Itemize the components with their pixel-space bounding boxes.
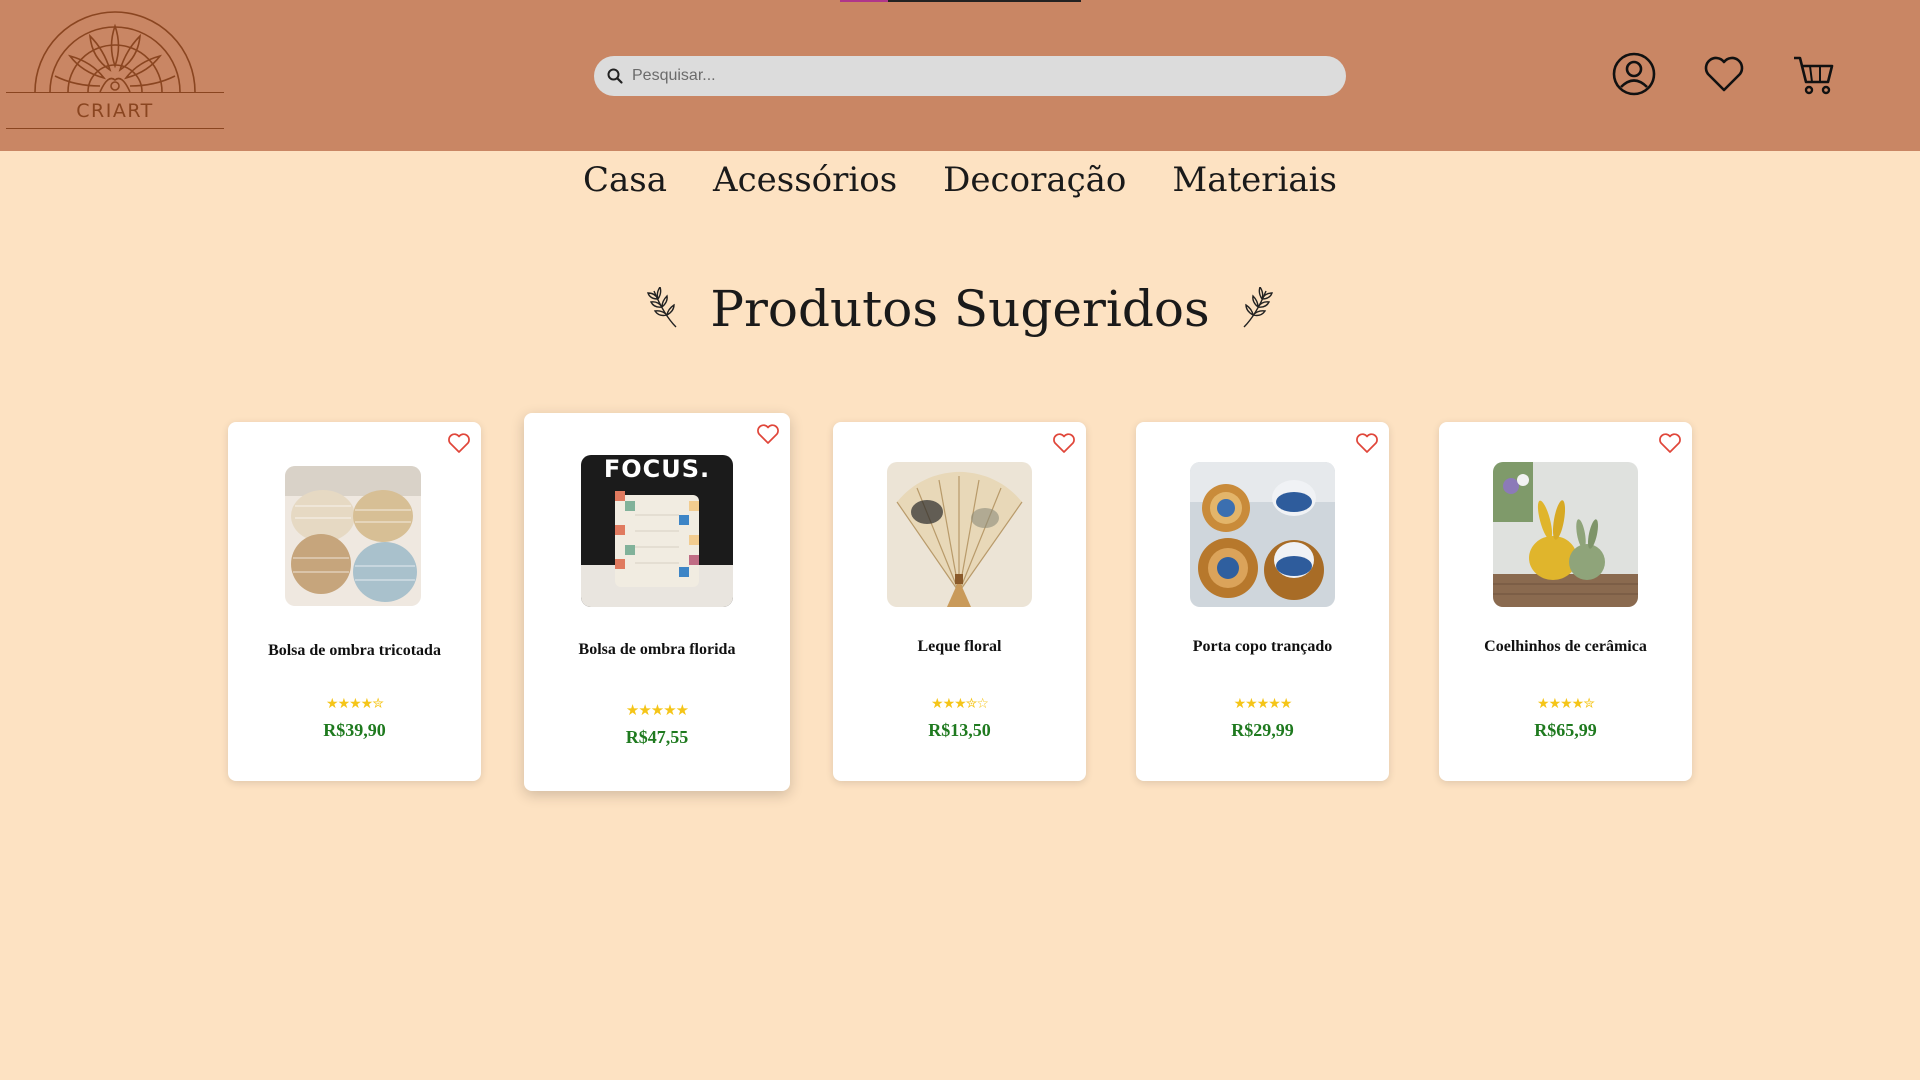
product-card[interactable]: FOCUS. Bolsa de ombra florida ★★★★★ R$47…: [524, 413, 790, 791]
heart-icon[interactable]: [1700, 50, 1748, 98]
top-underline: [888, 0, 1081, 2]
favorite-heart-icon[interactable]: [1052, 432, 1076, 454]
product-image[interactable]: [1493, 462, 1638, 607]
favorite-heart-icon[interactable]: [1355, 432, 1379, 454]
nav-item-materiais[interactable]: Materiais: [1172, 160, 1337, 200]
product-rating: ★★★★★: [1233, 696, 1293, 712]
product-name[interactable]: Porta copo trançado: [1136, 638, 1389, 656]
user-icon[interactable]: [1610, 50, 1658, 98]
mandala-logo-icon: [34, 11, 196, 92]
image-caption: FOCUS.: [603, 455, 711, 483]
product-price: R$47,55: [625, 727, 689, 747]
product-image[interactable]: [1190, 462, 1335, 607]
category-nav: Casa Acessórios Decoração Materiais: [0, 160, 1920, 200]
search-input[interactable]: [632, 56, 1332, 96]
nav-item-decoracao[interactable]: Decoração: [943, 160, 1126, 200]
site-header: CRIART: [0, 0, 1920, 151]
cart-icon[interactable]: [1790, 50, 1838, 98]
logo-divider-bottom: [6, 128, 224, 129]
product-image[interactable]: FOCUS.: [581, 455, 733, 607]
product-name[interactable]: Bolsa de ombra florida: [524, 641, 790, 659]
laurel-right-icon: [1243, 287, 1273, 328]
section-header: Produtos Sugeridos: [0, 280, 1920, 338]
favorite-heart-icon[interactable]: [447, 432, 471, 454]
search-icon[interactable]: [606, 67, 624, 85]
product-price: R$39,90: [323, 720, 386, 740]
product-image[interactable]: [887, 462, 1032, 607]
product-price: R$65,99: [1534, 720, 1597, 740]
search-bar[interactable]: [594, 56, 1346, 96]
nav-item-casa[interactable]: Casa: [583, 160, 667, 200]
product-card[interactable]: Leque floral ★★★✮☆ R$13,50: [833, 422, 1086, 781]
section-title: Produtos Sugeridos: [710, 280, 1210, 338]
product-image[interactable]: [285, 466, 421, 606]
top-accent-line: [840, 0, 888, 2]
product-name[interactable]: Coelhinhos de cerâmica: [1439, 638, 1692, 656]
brand-logo[interactable]: CRIART: [6, 6, 224, 132]
favorite-heart-icon[interactable]: [1658, 432, 1682, 454]
product-card[interactable]: Porta copo trançado ★★★★★ R$29,99: [1136, 422, 1389, 781]
favorite-heart-icon[interactable]: [756, 423, 780, 445]
product-name[interactable]: Bolsa de ombra tricotada: [228, 642, 481, 660]
product-rating: ★★★★★: [625, 701, 689, 719]
product-rating: ★★★✮☆: [931, 696, 989, 712]
product-rating: ★★★★✮: [1537, 696, 1595, 712]
product-card[interactable]: Bolsa de ombra tricotada ★★★★✮ R$39,90: [228, 422, 481, 781]
product-price: R$13,50: [928, 720, 991, 740]
product-name[interactable]: Leque floral: [833, 638, 1086, 656]
product-card[interactable]: Coelhinhos de cerâmica ★★★★✮ R$65,99: [1439, 422, 1692, 781]
nav-item-acessorios[interactable]: Acessórios: [713, 160, 897, 200]
laurel-left-icon: [647, 287, 677, 328]
product-price: R$29,99: [1231, 720, 1294, 740]
brand-name: CRIART: [76, 100, 154, 122]
product-rating: ★★★★✮: [326, 696, 384, 712]
logo-divider: [6, 92, 224, 93]
